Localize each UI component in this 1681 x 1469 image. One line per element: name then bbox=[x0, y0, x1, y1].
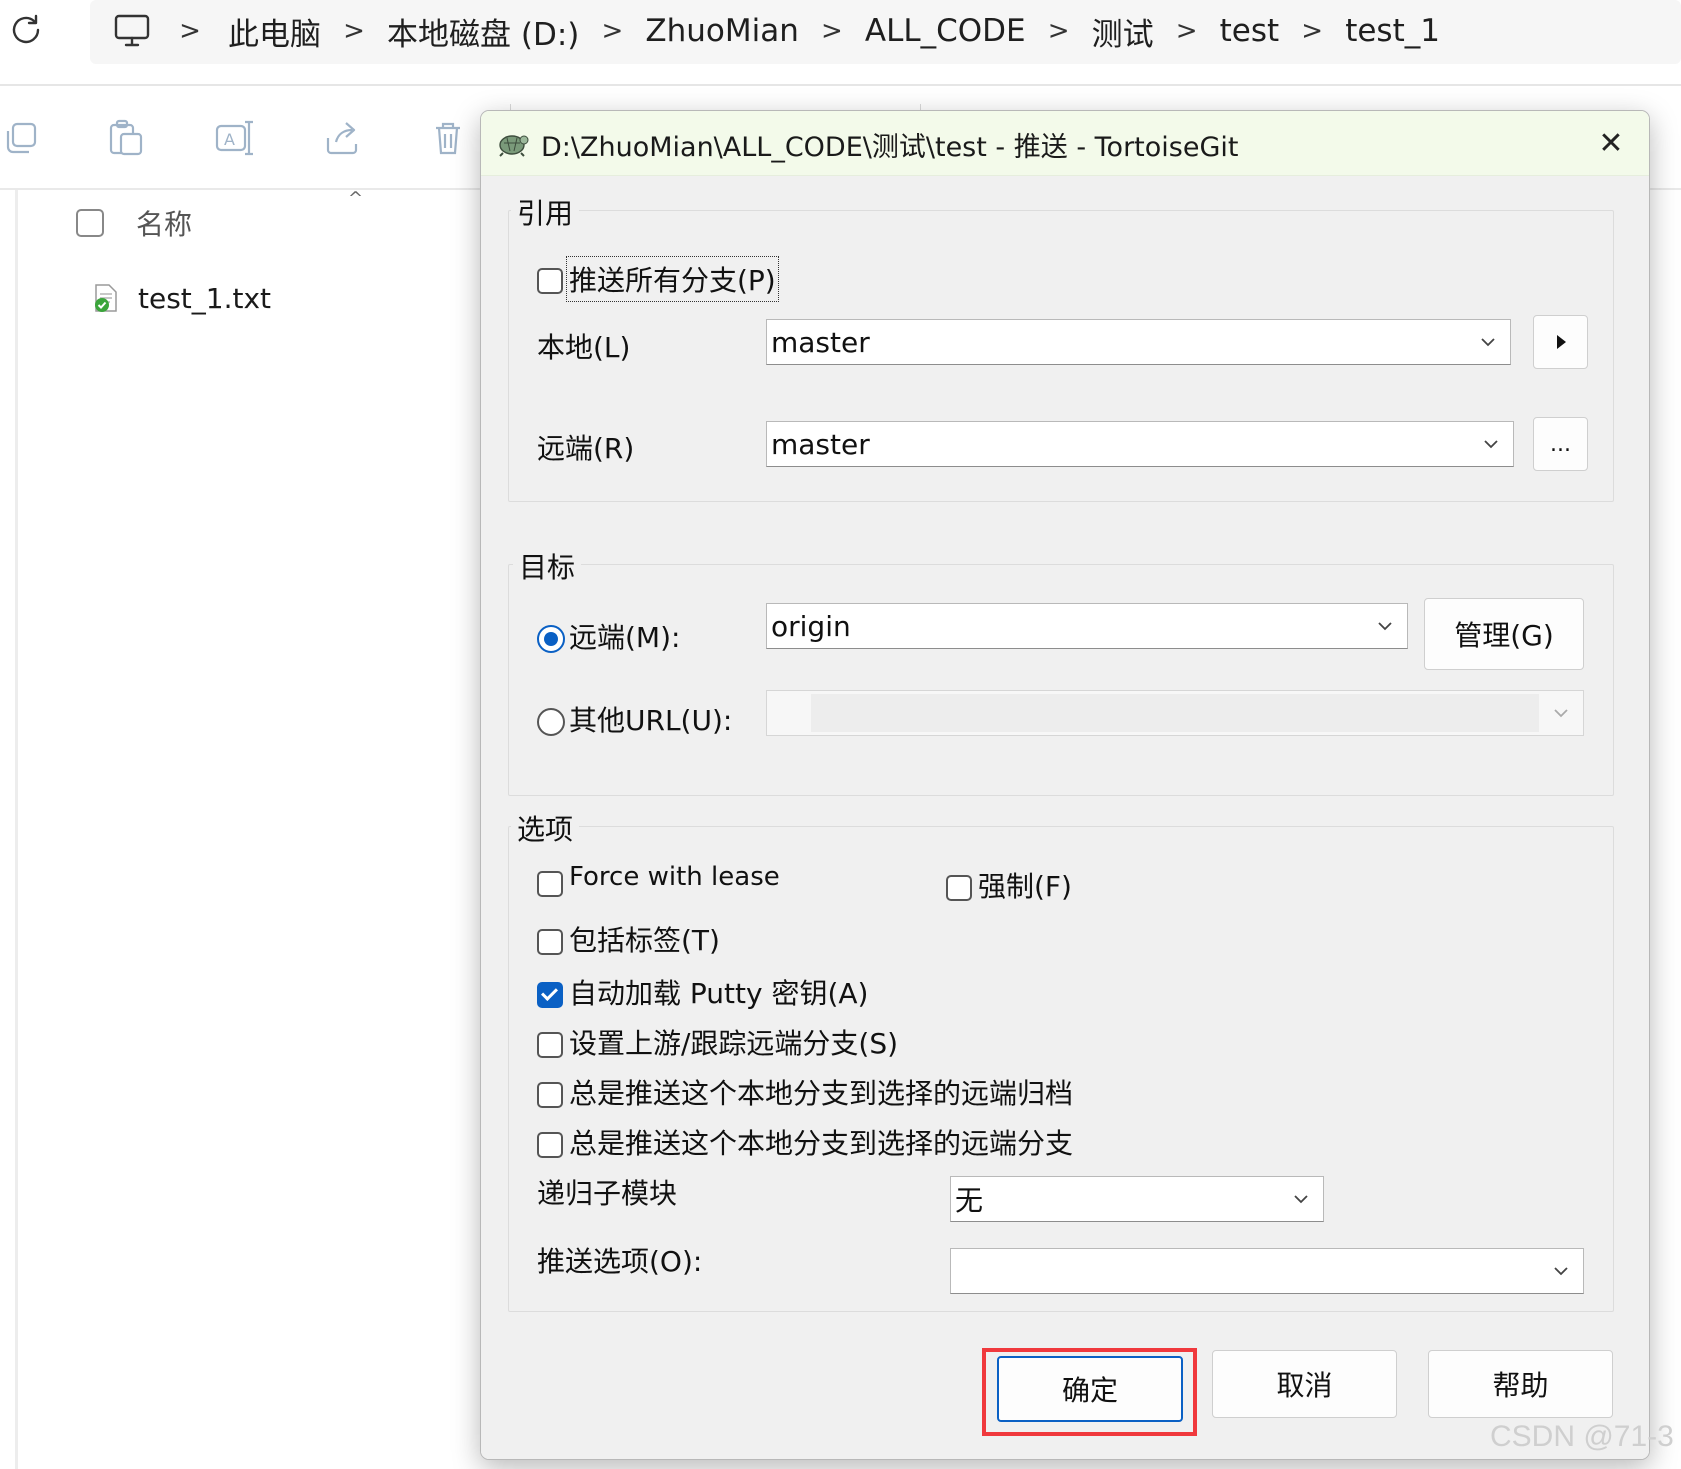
manage-remotes-button[interactable]: 管理(G) bbox=[1424, 598, 1584, 670]
delete-icon[interactable] bbox=[428, 118, 468, 158]
set-upstream-checkbox[interactable] bbox=[537, 1032, 563, 1058]
dialog-body: 引用 推送所有分支(P) 本地(L) master 远端(R) master .… bbox=[481, 176, 1649, 1459]
always-push-branch-checkbox[interactable] bbox=[537, 1132, 563, 1158]
chevron-right-icon: > bbox=[601, 16, 624, 46]
chevron-right-icon: > bbox=[343, 16, 365, 46]
recurse-submodules-combo[interactable]: 无 bbox=[950, 1176, 1324, 1222]
chevron-down-icon[interactable] bbox=[1373, 614, 1397, 638]
paste-icon[interactable] bbox=[106, 118, 146, 158]
share-icon[interactable] bbox=[322, 118, 362, 158]
target-group-title: 目标 bbox=[513, 546, 582, 586]
copy-icon[interactable] bbox=[2, 118, 42, 158]
breadcrumb-item[interactable]: ALL_CODE bbox=[865, 13, 1026, 49]
help-button[interactable]: 帮助 bbox=[1428, 1350, 1613, 1418]
sort-ascending-icon: ^ bbox=[348, 188, 364, 209]
autoload-putty-checkbox[interactable] bbox=[537, 982, 563, 1008]
breadcrumb-item[interactable]: 测试 bbox=[1092, 9, 1154, 54]
breadcrumb-item[interactable]: test_1 bbox=[1345, 13, 1440, 49]
force-with-lease-label[interactable]: Force with lease bbox=[569, 862, 780, 892]
address-bar: > 此电脑 > 本地磁盘 (D:) > ZhuoMian > ALL_CODE … bbox=[0, 0, 1681, 86]
nav-pane-edge bbox=[15, 190, 18, 1469]
ref-group-title: 引用 bbox=[511, 192, 580, 232]
breadcrumb-item[interactable]: ZhuoMian bbox=[645, 13, 799, 49]
remote-target-combo[interactable]: origin bbox=[766, 603, 1408, 649]
always-push-branch-label[interactable]: 总是推送这个本地分支到选择的远端分支 bbox=[569, 1122, 1073, 1162]
dialog-title: D:\ZhuoMian\ALL_CODE\测试\test - 推送 - Tort… bbox=[541, 132, 1239, 163]
column-header-name[interactable]: 名称 bbox=[76, 204, 192, 242]
tortoisegit-turtle-icon bbox=[499, 135, 529, 157]
other-url-radio[interactable] bbox=[537, 708, 565, 736]
force-checkbox[interactable] bbox=[946, 875, 972, 901]
svg-text:A: A bbox=[224, 130, 235, 149]
chevron-down-icon[interactable] bbox=[1289, 1187, 1313, 1211]
set-upstream-label[interactable]: 设置上游/跟踪远端分支(S) bbox=[569, 1022, 898, 1062]
local-branch-arrow-button[interactable] bbox=[1533, 315, 1588, 369]
chevron-right-icon: > bbox=[1301, 16, 1324, 46]
computer-icon[interactable] bbox=[112, 11, 152, 51]
push-options-combo[interactable] bbox=[950, 1248, 1584, 1294]
file-name: test_1.txt bbox=[138, 281, 272, 315]
breadcrumb: > 此电脑 > 本地磁盘 (D:) > ZhuoMian > ALL_CODE … bbox=[112, 8, 1440, 54]
column-header-label: 名称 bbox=[136, 208, 193, 241]
push-all-branches-label[interactable]: 推送所有分支(P) bbox=[566, 256, 779, 302]
push-options-label: 推送选项(O): bbox=[537, 1245, 703, 1278]
chevron-right-icon: > bbox=[1047, 16, 1070, 46]
breadcrumb-item[interactable]: 本地磁盘 (D:) bbox=[387, 9, 579, 54]
browse-remote-branch-button[interactable]: ... bbox=[1533, 417, 1588, 471]
remote-branch-value: master bbox=[771, 427, 870, 461]
chevron-down-icon[interactable] bbox=[1549, 701, 1573, 725]
remote-branch-label: 远端(R) bbox=[537, 432, 635, 465]
play-arrow-icon bbox=[1556, 335, 1566, 349]
local-branch-combo[interactable]: master bbox=[766, 319, 1511, 365]
watermark: CSDN @71-3 bbox=[1490, 1420, 1674, 1453]
recurse-submodules-label: 递归子模块 bbox=[537, 1177, 678, 1210]
remote-target-value: origin bbox=[771, 609, 851, 643]
local-branch-value: master bbox=[771, 325, 870, 359]
chevron-right-icon: > bbox=[1175, 16, 1198, 46]
remote-radio[interactable] bbox=[537, 625, 565, 653]
rename-icon[interactable]: A bbox=[214, 118, 254, 158]
breadcrumb-item[interactable]: test bbox=[1220, 13, 1280, 49]
push-all-branches-checkbox[interactable] bbox=[537, 268, 563, 294]
push-all-branches-text: 推送所有分支(P) bbox=[569, 264, 776, 297]
remote-branch-combo[interactable]: master bbox=[766, 421, 1514, 467]
chevron-down-icon[interactable] bbox=[1476, 330, 1500, 354]
chevron-down-icon[interactable] bbox=[1479, 432, 1503, 456]
chevron-right-icon: > bbox=[179, 16, 201, 46]
chevron-right-icon: > bbox=[820, 16, 843, 46]
breadcrumb-item[interactable]: 此电脑 bbox=[228, 9, 321, 54]
push-dialog: D:\ZhuoMian\ALL_CODE\测试\test - 推送 - Tort… bbox=[480, 110, 1650, 1460]
ok-button[interactable]: 确定 bbox=[997, 1356, 1183, 1422]
file-item[interactable]: test_1.txt bbox=[92, 276, 271, 320]
include-tags-label[interactable]: 包括标签(T) bbox=[569, 919, 720, 959]
force-with-lease-checkbox[interactable] bbox=[537, 871, 563, 897]
close-button[interactable]: ✕ bbox=[1589, 121, 1633, 165]
other-url-field bbox=[811, 694, 1539, 732]
dialog-titlebar[interactable]: D:\ZhuoMian\ALL_CODE\测试\test - 推送 - Tort… bbox=[481, 111, 1649, 176]
always-push-archive-label[interactable]: 总是推送这个本地分支到选择的远端归档 bbox=[569, 1072, 1073, 1112]
close-icon: ✕ bbox=[1598, 125, 1624, 161]
select-all-checkbox[interactable] bbox=[76, 209, 104, 237]
refresh-icon[interactable] bbox=[6, 10, 46, 50]
cancel-button[interactable]: 取消 bbox=[1212, 1350, 1397, 1418]
autoload-putty-label[interactable]: 自动加载 Putty 密钥(A) bbox=[569, 972, 868, 1012]
recurse-submodules-value: 无 bbox=[955, 1184, 984, 1217]
chevron-down-icon[interactable] bbox=[1549, 1259, 1573, 1283]
include-tags-checkbox[interactable] bbox=[537, 929, 563, 955]
local-label: 本地(L) bbox=[537, 331, 631, 364]
other-url-label[interactable]: 其他URL(U): bbox=[569, 699, 732, 739]
remote-radio-label[interactable]: 远端(M): bbox=[569, 616, 680, 656]
force-label[interactable]: 强制(F) bbox=[978, 865, 1072, 905]
git-clean-file-icon bbox=[95, 284, 117, 312]
always-push-archive-checkbox[interactable] bbox=[537, 1082, 563, 1108]
options-group-title: 选项 bbox=[511, 808, 580, 848]
other-url-combo[interactable] bbox=[766, 690, 1584, 736]
